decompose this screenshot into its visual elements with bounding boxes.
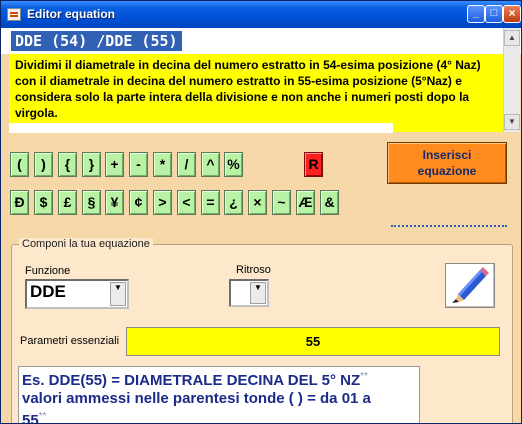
chevron-down-icon[interactable]: ▼ (250, 282, 266, 304)
description-box: Dividimi il diametrale in decina del num… (9, 54, 503, 132)
symbol-button-plus[interactable]: + (105, 152, 124, 177)
formula-header: DDE (54) /DDE (55) (1, 28, 521, 54)
symbol-button-close-brace[interactable]: } (82, 152, 101, 177)
symbol-button-equals[interactable]: = (201, 190, 220, 215)
description-bottom-strip (9, 123, 393, 133)
example-asterisks-2: ** (38, 411, 47, 422)
symbol-button-minus[interactable]: - (129, 152, 148, 177)
window-title: Editor equation (27, 7, 115, 21)
param-input[interactable]: 55 (126, 327, 500, 356)
ritroso-select[interactable]: ▼ (229, 279, 269, 307)
compose-equation-legend: Componi la tua equazione (19, 238, 153, 250)
symbol-button-close-paren[interactable]: ) (34, 152, 53, 177)
symbol-button-percent[interactable]: % (224, 152, 243, 177)
insert-equation-button[interactable]: Inserisci equazione (387, 142, 507, 184)
symbol-button-d-stroke[interactable]: Đ (10, 190, 29, 215)
symbol-button-times[interactable]: × (248, 190, 267, 215)
symbol-button-yen[interactable]: ¥ (105, 190, 124, 215)
symbol-button-greater[interactable]: > (153, 190, 172, 215)
funzione-select-value: DDE (30, 282, 66, 301)
example-line-3: 55 (22, 412, 39, 424)
example-line-2: valori ammessi nelle parentesi tonde ( )… (22, 390, 371, 407)
close-button[interactable]: × (503, 5, 521, 23)
symbol-button-cent[interactable]: ¢ (129, 190, 148, 215)
symbol-button-multiply[interactable]: * (153, 152, 172, 177)
editor-equation-window: Editor equation _ □ × DDE (54) /DDE (55)… (0, 0, 522, 424)
symbol-button-ae[interactable]: Æ (296, 190, 315, 215)
scroll-up-arrow-icon[interactable]: ▲ (504, 30, 520, 46)
insert-button-line2: equazione (417, 164, 477, 178)
symbol-button-divide[interactable]: / (177, 152, 196, 177)
funzione-label: Funzione (25, 265, 71, 277)
example-line-1: Es. DDE(55) = DIAMETRALE DECINA DEL 5° N… (22, 372, 361, 389)
description-scrollbar[interactable]: ▲ ▼ (503, 28, 520, 132)
formula-title: DDE (54) /DDE (55) (11, 31, 182, 51)
symbol-button-tilde[interactable]: ~ (272, 190, 291, 215)
symbol-button-open-brace[interactable]: { (58, 152, 77, 177)
chevron-down-icon[interactable]: ▼ (110, 282, 126, 306)
pencil-icon (452, 267, 489, 303)
symbol-button-section[interactable]: § (82, 190, 101, 215)
minimize-button[interactable]: _ (467, 5, 485, 23)
param-label: Parametri essenziali (20, 335, 120, 347)
edit-pencil-button[interactable] (445, 263, 495, 308)
symbol-button-less[interactable]: < (177, 190, 196, 215)
ritroso-label: Ritroso (236, 264, 271, 276)
app-icon (7, 8, 21, 21)
symbol-button-inverted-question[interactable]: ¿ (224, 190, 243, 215)
symbol-button-ampersand[interactable]: & (320, 190, 339, 215)
separator-dotted-line (391, 225, 507, 227)
symbol-button-pound[interactable]: £ (58, 190, 77, 215)
funzione-select[interactable]: DDE ▼ (25, 279, 129, 309)
example-textbox: Es. DDE(55) = DIAMETRALE DECINA DEL 5° N… (18, 366, 420, 424)
symbol-button-power[interactable]: ^ (201, 152, 220, 177)
insert-button-line1: Inserisci (422, 148, 472, 162)
example-asterisks-1: ** (360, 371, 368, 382)
scroll-down-arrow-icon[interactable]: ▼ (504, 114, 520, 130)
symbol-button-dollar[interactable]: $ (34, 190, 53, 215)
maximize-button[interactable]: □ (485, 5, 503, 23)
title-bar: Editor equation _ □ × (1, 1, 521, 28)
symbol-button-r[interactable]: R (304, 152, 323, 177)
symbol-button-open-paren[interactable]: ( (10, 152, 29, 177)
